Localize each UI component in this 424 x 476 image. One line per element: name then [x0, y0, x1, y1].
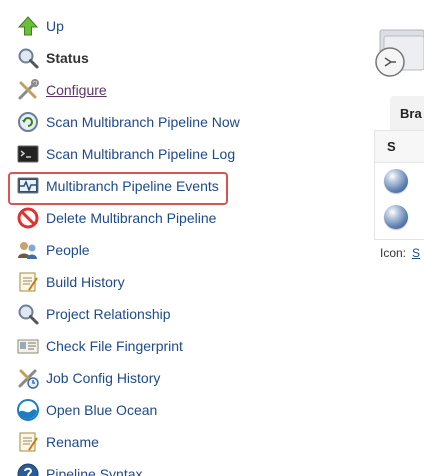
people-icon	[16, 238, 40, 262]
jenkins-page: Up Status Configure Scan Multibranch Pip…	[0, 0, 424, 476]
task-job-config-history-label[interactable]: Job Config History	[46, 370, 160, 386]
config-history-icon	[16, 366, 40, 390]
task-scan-log[interactable]: Scan Multibranch Pipeline Log	[0, 138, 250, 170]
task-scan-now[interactable]: Scan Multibranch Pipeline Now	[0, 106, 250, 138]
multibranch-folder-icon	[374, 28, 424, 80]
up-arrow-icon	[16, 14, 40, 38]
task-project-relationship-label[interactable]: Project Relationship	[46, 306, 171, 322]
task-up-label[interactable]: Up	[46, 18, 64, 34]
task-pipeline-syntax-label[interactable]: Pipeline Syntax	[46, 466, 143, 476]
search-icon	[16, 46, 40, 70]
task-events-label[interactable]: Multibranch Pipeline Events	[46, 178, 219, 194]
task-events[interactable]: Multibranch Pipeline Events	[0, 170, 250, 205]
status-ball-icon	[384, 205, 408, 229]
task-configure-label[interactable]: Configure	[46, 82, 107, 98]
fingerprint-card-icon	[16, 334, 40, 358]
task-people[interactable]: People	[0, 234, 250, 266]
table-row	[375, 199, 424, 235]
status-column-header[interactable]: S	[375, 131, 424, 163]
task-rename-label[interactable]: Rename	[46, 434, 99, 450]
notepad-icon	[16, 270, 40, 294]
task-delete[interactable]: Delete Multibranch Pipeline	[0, 202, 250, 234]
scan-refresh-icon	[16, 110, 40, 134]
search-icon	[16, 302, 40, 326]
tab-branches[interactable]: Bra	[390, 96, 424, 130]
icon-size-legend: Icon: S	[380, 246, 420, 260]
icon-legend-label: Icon:	[380, 246, 407, 260]
status-ball-icon	[384, 169, 408, 193]
task-fingerprint[interactable]: Check File Fingerprint	[0, 330, 250, 362]
task-blue-ocean[interactable]: Open Blue Ocean	[0, 394, 250, 426]
task-scan-now-label[interactable]: Scan Multibranch Pipeline Now	[46, 114, 240, 130]
task-status[interactable]: Status	[0, 42, 250, 74]
no-entry-icon	[16, 206, 40, 230]
task-delete-label[interactable]: Delete Multibranch Pipeline	[46, 210, 216, 226]
configure-tools-icon	[16, 78, 40, 102]
task-pipeline-syntax[interactable]: Pipeline Syntax	[0, 458, 250, 476]
side-panel: Up Status Configure Scan Multibranch Pip…	[0, 10, 250, 476]
task-scan-log-label[interactable]: Scan Multibranch Pipeline Log	[46, 146, 235, 162]
help-icon	[16, 462, 40, 476]
table-row	[375, 163, 424, 199]
task-status-label[interactable]: Status	[46, 50, 89, 66]
task-project-relationship[interactable]: Project Relationship	[0, 298, 250, 330]
monitor-pulse-icon	[16, 174, 40, 198]
task-blue-ocean-label[interactable]: Open Blue Ocean	[46, 402, 157, 418]
notepad-icon	[16, 430, 40, 454]
task-fingerprint-label[interactable]: Check File Fingerprint	[46, 338, 183, 354]
task-build-history[interactable]: Build History	[0, 266, 250, 298]
task-job-config-history[interactable]: Job Config History	[0, 362, 250, 394]
blue-ocean-icon	[16, 398, 40, 422]
task-up[interactable]: Up	[0, 10, 250, 42]
terminal-icon	[16, 142, 40, 166]
icon-size-small-link[interactable]: S	[412, 246, 420, 260]
projects-table: S	[374, 130, 424, 240]
task-configure[interactable]: Configure	[0, 74, 250, 106]
task-build-history-label[interactable]: Build History	[46, 274, 125, 290]
task-people-label[interactable]: People	[46, 242, 90, 258]
task-rename[interactable]: Rename	[0, 426, 250, 458]
